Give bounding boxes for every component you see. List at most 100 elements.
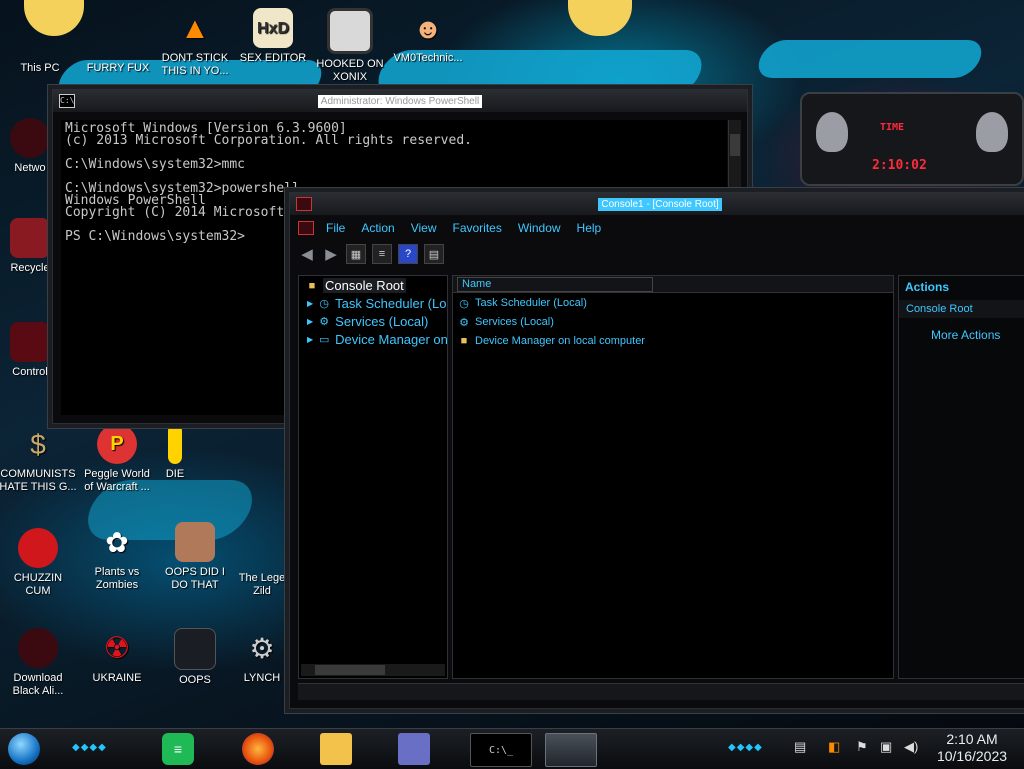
taskbar: ◆◆◆◆ ≡ C:\_ ◆◆◆◆ ▤ ◧ ⚑ ▣ ◀) 2:10 AM 10/1… (0, 728, 1024, 769)
forward-arrow-icon[interactable]: ▶ (322, 245, 340, 263)
xonix-icon (327, 8, 373, 54)
menu-file[interactable]: File (318, 219, 353, 239)
powershell-icon[interactable]: C:\_ (470, 733, 532, 767)
notes-icon[interactable]: ≡ (162, 733, 194, 765)
peggle-icon: P (97, 424, 137, 464)
tree-item-services[interactable]: ▶ ⚙ Services (Local) (307, 314, 428, 329)
volume-icon[interactable]: ◀) (904, 739, 918, 755)
computer-icon (20, 18, 60, 58)
window-title: Administrator: Windows PowerShell (317, 94, 483, 108)
actions-pane: Actions Console Root More Actions (898, 275, 1024, 679)
computer-icon: ▭ (318, 334, 330, 346)
app-icon (242, 528, 282, 568)
powershell-titlebar[interactable]: C:\ Administrator: Windows PowerShell (53, 90, 747, 112)
app-tray-icon[interactable]: ◧ (828, 739, 840, 755)
menu-window[interactable]: Window (510, 219, 569, 239)
flower-icon: ✿ (105, 526, 129, 558)
taskbar-clock[interactable]: 2:10 AM 10/16/2023 (928, 731, 1016, 765)
desktop-icon-hxd[interactable]: HxD SEX EDITOR (233, 8, 313, 65)
alien-icon (18, 628, 58, 668)
clock-time: 2:10 AM (946, 731, 998, 747)
action-pane-icon[interactable]: ▤ (424, 244, 444, 264)
person-icon (175, 522, 215, 562)
clock-widget-label: TIME (880, 122, 905, 133)
help-icon[interactable]: ? (398, 244, 418, 264)
menu-bar: File Action View Favorites Window Help (298, 219, 609, 239)
expand-arrow-icon[interactable]: ▶ (307, 335, 313, 344)
desktop-icon-xonix[interactable]: HOOKED ON XONIX (310, 8, 390, 84)
menu-view[interactable]: View (403, 219, 445, 239)
desktop-icon-die[interactable]: DIE (135, 424, 215, 481)
list-item-device-manager[interactable]: ■ Device Manager on local computer (457, 334, 645, 348)
wallpaper-swash (753, 40, 987, 78)
desktop-icon-chuzzle[interactable]: CHUZZIN CUM (0, 528, 78, 598)
export-list-icon[interactable]: ≡ (372, 244, 392, 264)
doctor-icon: ☻ (413, 12, 443, 44)
scrollbar-thumb[interactable] (315, 665, 385, 675)
menu-favorites[interactable]: Favorites (445, 219, 510, 239)
mmc-titlebar[interactable]: Console1 - [Console Root] (290, 193, 1024, 215)
gear-icon: ⚙ (319, 316, 330, 328)
radiation-icon: ☢ (103, 631, 131, 665)
scrollbar-thumb[interactable] (730, 134, 740, 156)
start-orb-icon[interactable] (8, 733, 40, 765)
gear-icon: ⚙ (249, 632, 275, 664)
keyboard-icon[interactable]: ▤ (794, 739, 806, 755)
result-list-pane[interactable]: Name ◷ Task Scheduler (Local) ⚙ Services… (452, 275, 894, 679)
scope-tree-pane[interactable]: ■ Console Root ▶ ◷ Task Scheduler (Local… (298, 275, 448, 679)
desktop-icon-black-alien[interactable]: Download Black Ali... (0, 628, 78, 698)
chuzzle-icon (18, 528, 58, 568)
tree-root-item[interactable]: ■ Console Root (305, 278, 406, 293)
desktop: This PC FURRY FUX ▲ DONT STICK THIS IN Y… (0, 0, 1024, 728)
more-actions-link[interactable]: More Actions (931, 328, 1000, 342)
money-bag-icon: $ (30, 428, 46, 460)
gear-icon: ⚙ (459, 316, 469, 329)
desktop-icon-pvz[interactable]: ✿ Plants vs Zombies (77, 522, 157, 592)
firefox-icon[interactable] (242, 733, 274, 765)
expand-arrow-icon[interactable]: ▶ (307, 317, 313, 326)
alien-clock-widget: TIME 2:10:02 (800, 92, 1024, 186)
desktop-icon-vlc[interactable]: ▲ DONT STICK THIS IN YO... (155, 8, 235, 78)
desktop-icon-vm0technic[interactable]: ☻ VM0Technic... (388, 8, 468, 65)
menu-help[interactable]: Help (569, 219, 610, 239)
network-icon[interactable]: ▣ (880, 739, 892, 755)
file-explorer-icon[interactable] (320, 733, 352, 765)
app-icon[interactable] (398, 733, 430, 765)
app-icon (174, 628, 216, 670)
vlc-cone-icon: ▲ (180, 11, 210, 45)
menu-action[interactable]: Action (353, 219, 402, 239)
back-arrow-icon[interactable]: ◀ (298, 245, 316, 263)
toolbar: ◀ ▶ ▦ ≡ ? ▤ (298, 243, 444, 265)
actions-header: Actions (905, 280, 950, 294)
clock-widget-time: 2:10:02 (872, 158, 927, 173)
flag-icon[interactable]: ⚑ (856, 739, 868, 755)
hxd-icon: HxD (253, 8, 293, 48)
decorative-lights: ◆◆◆◆ (728, 742, 763, 753)
console-icon: C:\ (59, 94, 75, 108)
control-panel-icon (10, 322, 50, 362)
cartoon-face-decoration (568, 0, 632, 36)
show-hide-tree-icon[interactable]: ▦ (346, 244, 366, 264)
list-item-task-scheduler[interactable]: ◷ Task Scheduler (Local) (457, 296, 587, 310)
mmc-icon (298, 221, 314, 235)
desktop-icon-ukraine[interactable]: ☢ UKRAINE (77, 628, 157, 685)
alien-head-icon (976, 112, 1008, 152)
network-icon (10, 118, 50, 158)
mmc-icon[interactable] (545, 733, 597, 767)
actions-section-console-root[interactable]: Console Root (899, 300, 1024, 318)
app-icon (168, 424, 182, 464)
desktop-icon-this-pc[interactable]: This PC (0, 18, 80, 75)
expand-arrow-icon[interactable]: ▶ (307, 299, 313, 308)
recycle-bin-icon (10, 218, 50, 258)
clock-date: 10/16/2023 (936, 748, 1008, 764)
tree-item-device-manager[interactable]: ▶ ▭ Device Manager on local computer (307, 332, 447, 347)
app-icon (98, 18, 138, 58)
clock-icon: ◷ (319, 298, 329, 310)
list-item-services[interactable]: ⚙ Services (Local) (457, 315, 554, 329)
tree-item-task-scheduler[interactable]: ▶ ◷ Task Scheduler (Local) (307, 296, 447, 311)
mmc-window[interactable]: Console1 - [Console Root] File Action Vi… (289, 192, 1024, 709)
desktop-icon-communists[interactable]: $ COMMUNISTS HATE THIS G... (0, 424, 78, 494)
desktop-icon-furry-fux[interactable]: FURRY FUX (78, 18, 158, 75)
horizontal-scrollbar[interactable] (301, 664, 445, 676)
column-header-name[interactable]: Name (457, 277, 653, 292)
